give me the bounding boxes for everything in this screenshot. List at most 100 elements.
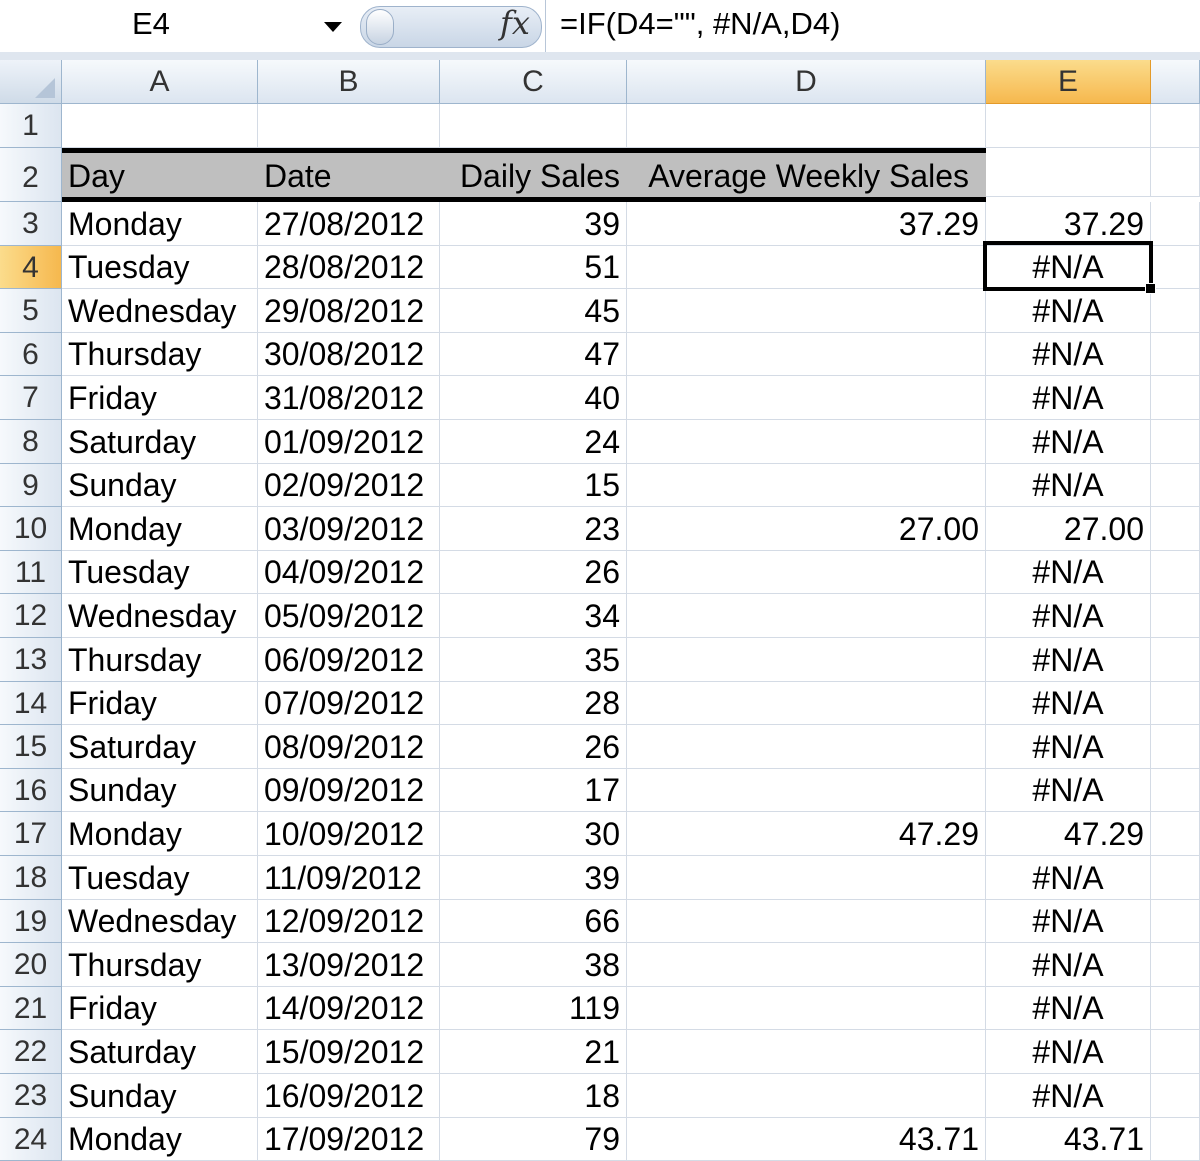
- cell-daily-sales[interactable]: 21: [440, 1030, 627, 1074]
- cell-day[interactable]: Tuesday: [62, 550, 258, 595]
- cell-date[interactable]: 11/09/2012: [258, 856, 440, 900]
- cell-daily-sales[interactable]: 47: [440, 332, 627, 377]
- cell-day[interactable]: Friday: [62, 986, 258, 1031]
- header-daily-sales[interactable]: Daily Sales: [440, 153, 627, 197]
- cell-f[interactable]: [1151, 289, 1200, 333]
- cell-e[interactable]: 47.29: [986, 812, 1151, 856]
- cell-date[interactable]: 01/09/2012: [258, 420, 440, 464]
- cell-f[interactable]: [1151, 507, 1200, 551]
- cell-avg-weekly-sales[interactable]: [627, 289, 986, 333]
- cell-e[interactable]: #N/A: [986, 1030, 1151, 1074]
- row-header[interactable]: 20: [0, 943, 62, 987]
- cell-f[interactable]: [1151, 1117, 1200, 1161]
- cell-f[interactable]: [1151, 638, 1200, 682]
- cell-day[interactable]: Thursday: [62, 943, 258, 987]
- row-header[interactable]: 4: [0, 245, 62, 290]
- insert-function-icon[interactable]: fx: [500, 4, 530, 42]
- cell-daily-sales[interactable]: 18: [440, 1074, 627, 1118]
- row-header[interactable]: 18: [0, 856, 62, 900]
- cell-avg-weekly-sales[interactable]: [627, 463, 986, 508]
- cell-avg-weekly-sales[interactable]: [627, 376, 986, 420]
- cell-date[interactable]: 06/09/2012: [258, 638, 440, 682]
- cell-e[interactable]: #N/A: [986, 768, 1151, 813]
- cell-day[interactable]: [62, 104, 258, 148]
- cell-day[interactable]: Saturday: [62, 420, 258, 464]
- cell-e[interactable]: #N/A: [986, 594, 1151, 638]
- row-header[interactable]: 5: [0, 289, 62, 333]
- cell-date[interactable]: 31/08/2012: [258, 376, 440, 420]
- cell-avg-weekly-sales[interactable]: [627, 104, 986, 148]
- cell-avg-weekly-sales[interactable]: [627, 594, 986, 638]
- cell-date[interactable]: 13/09/2012: [258, 943, 440, 987]
- cell-f[interactable]: [1151, 148, 1200, 197]
- cell-day[interactable]: Tuesday: [62, 245, 258, 290]
- cell-avg-weekly-sales[interactable]: [627, 332, 986, 377]
- cell-date[interactable]: 14/09/2012: [258, 986, 440, 1031]
- cell-avg-weekly-sales[interactable]: [627, 768, 986, 813]
- row-header[interactable]: 11: [0, 550, 62, 595]
- cell-f[interactable]: [1151, 768, 1200, 813]
- row-header[interactable]: 16: [0, 768, 62, 813]
- row-header[interactable]: 1: [0, 104, 62, 148]
- cell-f[interactable]: [1151, 943, 1200, 987]
- cell-daily-sales[interactable]: 40: [440, 376, 627, 420]
- cell-date[interactable]: [258, 104, 440, 148]
- cell-daily-sales[interactable]: 38: [440, 943, 627, 987]
- cell-date[interactable]: 09/09/2012: [258, 768, 440, 813]
- cell-day[interactable]: Thursday: [62, 332, 258, 377]
- cell-e[interactable]: #N/A: [986, 376, 1151, 420]
- column-header-f[interactable]: [1151, 60, 1200, 104]
- cell-day[interactable]: Monday: [62, 507, 258, 551]
- cell-avg-weekly-sales[interactable]: [627, 1074, 986, 1118]
- cell-avg-weekly-sales[interactable]: [627, 638, 986, 682]
- column-header-d[interactable]: D: [627, 60, 986, 104]
- cell-e[interactable]: #N/A: [986, 638, 1151, 682]
- cell-date[interactable]: 08/09/2012: [258, 725, 440, 769]
- cell-f[interactable]: [1151, 899, 1200, 944]
- row-header[interactable]: 17: [0, 812, 62, 856]
- cell-f[interactable]: [1151, 104, 1200, 148]
- row-header[interactable]: 14: [0, 681, 62, 726]
- formula-input[interactable]: =IF(D4="", #N/A,D4): [560, 6, 840, 42]
- cell-f[interactable]: [1151, 1074, 1200, 1118]
- cell-f[interactable]: [1151, 594, 1200, 638]
- row-header[interactable]: 13: [0, 638, 62, 682]
- cell-e[interactable]: #N/A: [986, 420, 1151, 464]
- cell-date[interactable]: 12/09/2012: [258, 899, 440, 944]
- cell-daily-sales[interactable]: 79: [440, 1117, 627, 1161]
- cell-e[interactable]: [986, 104, 1151, 148]
- column-header-a[interactable]: A: [62, 60, 258, 104]
- cell-e[interactable]: #N/A: [986, 463, 1151, 508]
- cell-date[interactable]: 03/09/2012: [258, 507, 440, 551]
- cell-daily-sales[interactable]: 66: [440, 899, 627, 944]
- cell-e[interactable]: #N/A: [986, 986, 1151, 1031]
- row-header[interactable]: 10: [0, 507, 62, 551]
- cell-day[interactable]: Thursday: [62, 638, 258, 682]
- cell-e[interactable]: #N/A: [986, 943, 1151, 987]
- cell-f[interactable]: [1151, 245, 1200, 290]
- row-header[interactable]: 21: [0, 986, 62, 1031]
- cell-date[interactable]: 10/09/2012: [258, 812, 440, 856]
- cell-avg-weekly-sales[interactable]: 27.00: [627, 507, 986, 551]
- cell-avg-weekly-sales[interactable]: 37.29: [627, 202, 986, 246]
- column-header-b[interactable]: B: [258, 60, 440, 104]
- cell-day[interactable]: Wednesday: [62, 899, 258, 944]
- cell-f[interactable]: [1151, 420, 1200, 464]
- cell-day[interactable]: Monday: [62, 202, 258, 246]
- cell-day[interactable]: Tuesday: [62, 856, 258, 900]
- cell-date[interactable]: 27/08/2012: [258, 202, 440, 246]
- header-date[interactable]: Date: [258, 153, 440, 197]
- cell-day[interactable]: Friday: [62, 681, 258, 726]
- name-box-value[interactable]: E4: [132, 6, 170, 42]
- cell-date[interactable]: 30/08/2012: [258, 332, 440, 377]
- cell-daily-sales[interactable]: 17: [440, 768, 627, 813]
- cell-f[interactable]: [1151, 681, 1200, 726]
- cell-day[interactable]: Wednesday: [62, 594, 258, 638]
- cell-e[interactable]: #N/A: [986, 332, 1151, 377]
- cell-daily-sales[interactable]: 34: [440, 594, 627, 638]
- cell-e[interactable]: #N/A: [986, 245, 1151, 290]
- cell-e[interactable]: 27.00: [986, 507, 1151, 551]
- cell-day[interactable]: Monday: [62, 1117, 258, 1161]
- row-header[interactable]: 24: [0, 1117, 62, 1161]
- cell-f[interactable]: [1151, 986, 1200, 1031]
